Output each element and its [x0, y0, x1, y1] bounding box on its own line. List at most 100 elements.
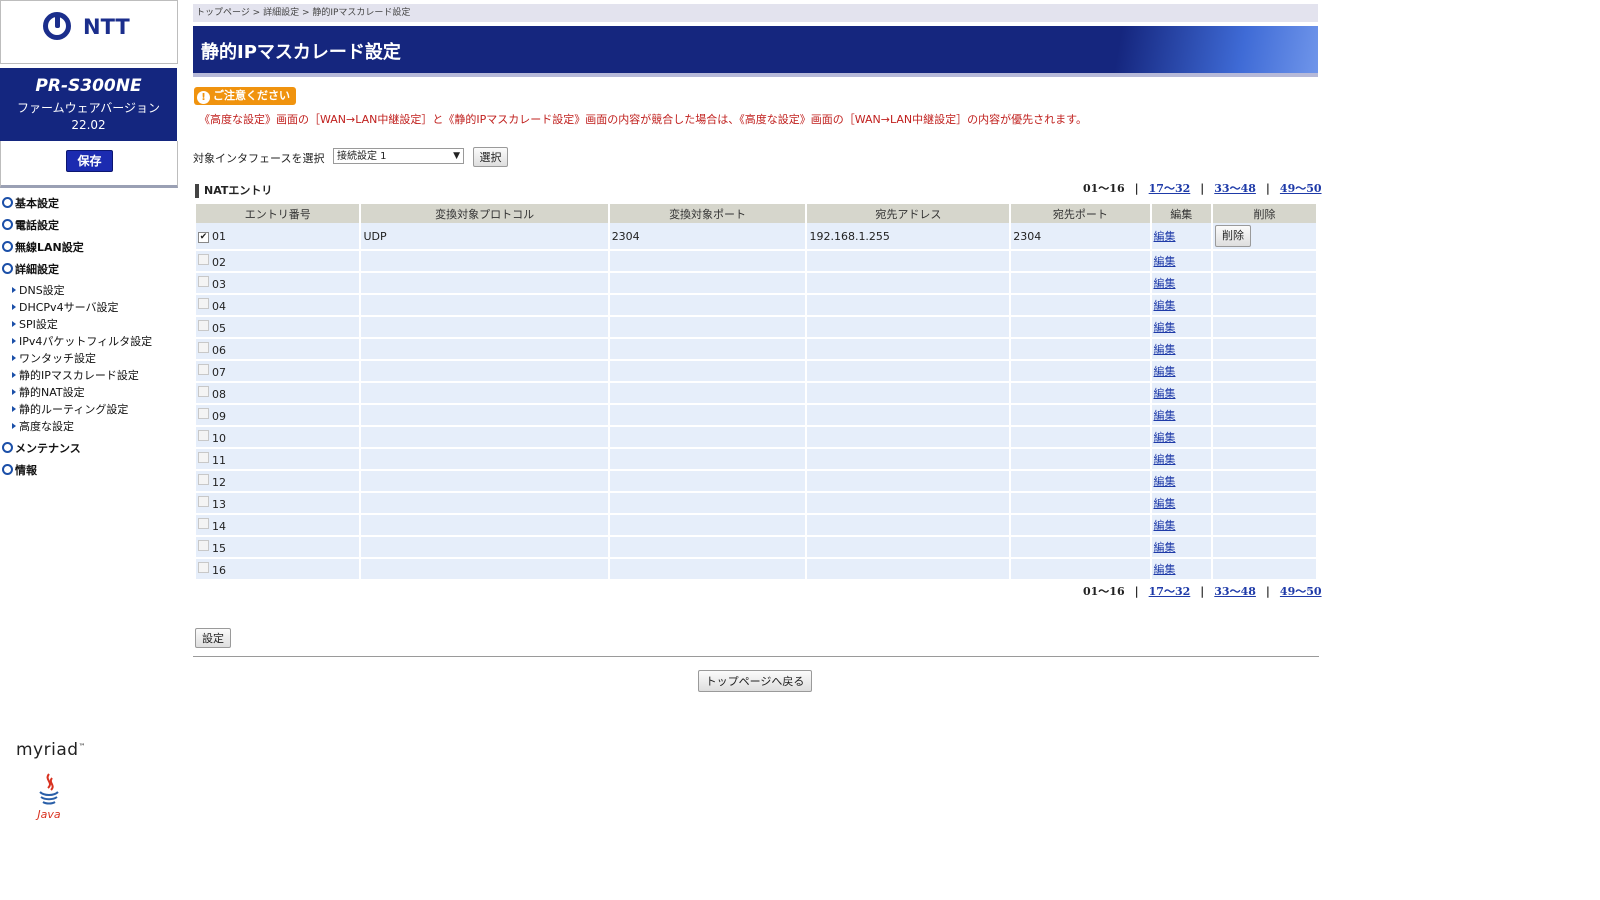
back-to-top-button[interactable]: トップページへ戻る — [698, 670, 812, 692]
port-cell — [609, 317, 806, 339]
entry-checkbox[interactable] — [198, 473, 209, 485]
nav-wireless-lan-settings[interactable]: 無線LAN設定 — [2, 239, 84, 255]
table-row: 11 編集 — [196, 449, 1316, 471]
pager-link-33-48[interactable]: 33〜48 — [1214, 583, 1256, 599]
nav-maintenance[interactable]: メンテナンス — [2, 440, 81, 456]
entry-checkbox[interactable] — [198, 407, 209, 419]
entry-checkbox[interactable] — [198, 275, 209, 287]
edit-link[interactable]: 編集 — [1154, 409, 1176, 422]
entry-number: 02 — [212, 255, 226, 269]
edit-link[interactable]: 編集 — [1154, 563, 1176, 576]
pager-separator: | — [1200, 182, 1205, 195]
edit-link[interactable]: 編集 — [1154, 497, 1176, 510]
entry-checkbox[interactable]: ✔ — [198, 231, 209, 243]
dest-address-cell: 192.168.1.255 — [807, 223, 1010, 251]
pager-link-17-32[interactable]: 17〜32 — [1149, 180, 1191, 196]
dest-port-cell — [1011, 251, 1150, 273]
myriad-logo-text: myriad — [16, 740, 79, 760]
table-body: ✔ 01 UDP 2304 192.168.1.255 2304 編集 削除 02 編集 03 編集 0… — [196, 223, 1316, 581]
delete-cell — [1213, 383, 1316, 405]
edit-link[interactable]: 編集 — [1154, 255, 1176, 268]
edit-link[interactable]: 編集 — [1154, 453, 1176, 466]
entry-checkbox[interactable] — [198, 297, 209, 309]
pager-link-17-32[interactable]: 17〜32 — [1149, 583, 1191, 599]
port-cell — [609, 515, 806, 537]
subnav-ipv4-packet-filter[interactable]: IPv4パケットフィルタ設定 — [12, 333, 152, 349]
dest-address-cell — [807, 295, 1010, 317]
subnav-spi[interactable]: SPI設定 — [12, 316, 58, 332]
edit-cell: 編集 — [1151, 339, 1212, 361]
triangle-bullet-icon — [12, 321, 16, 327]
subnav-dhcpv4[interactable]: DHCPv4サーバ設定 — [12, 299, 118, 315]
edit-cell: 編集 — [1151, 471, 1212, 493]
dest-address-cell — [807, 251, 1010, 273]
entry-checkbox[interactable] — [198, 561, 209, 573]
edit-link[interactable]: 編集 — [1154, 475, 1176, 488]
select-button[interactable]: 選択 — [473, 147, 508, 167]
edit-link[interactable]: 編集 — [1154, 365, 1176, 378]
interface-select-label: 対象インタフェースを選択 — [193, 152, 325, 165]
subnav-static-ip-masquerade[interactable]: 静的IPマスカレード設定 — [12, 367, 139, 383]
dest-port-cell — [1011, 273, 1150, 295]
entry-checkbox[interactable] — [198, 495, 209, 507]
breadcrumb: トップページ > 詳細設定 > 静的IPマスカレード設定 — [193, 4, 1318, 22]
pager-link-33-48[interactable]: 33〜48 — [1214, 180, 1256, 196]
protocol-cell — [361, 361, 608, 383]
edit-cell: 編集 — [1151, 427, 1212, 449]
entry-checkbox[interactable] — [198, 341, 209, 353]
pager-bottom: 01〜16 | 17〜32 | 33〜48 | 49〜50 — [1083, 583, 1322, 599]
delete-button[interactable]: 削除 — [1215, 225, 1252, 247]
table-row: 03 編集 — [196, 273, 1316, 295]
subnav-static-nat[interactable]: 静的NAT設定 — [12, 384, 85, 400]
pager-link-49-50[interactable]: 49〜50 — [1280, 180, 1322, 196]
table-row: 15 編集 — [196, 537, 1316, 559]
nav-advanced-settings[interactable]: 詳細設定 — [2, 261, 59, 277]
set-button[interactable]: 設定 — [195, 628, 231, 648]
edit-link[interactable]: 編集 — [1154, 387, 1176, 400]
nav-info[interactable]: 情報 — [2, 462, 37, 478]
nav-basic-settings[interactable]: 基本設定 — [2, 195, 59, 211]
dest-address-cell — [807, 361, 1010, 383]
protocol-cell — [361, 383, 608, 405]
edit-link[interactable]: 編集 — [1154, 519, 1176, 532]
entry-checkbox[interactable] — [198, 451, 209, 463]
subnav-one-touch[interactable]: ワンタッチ設定 — [12, 350, 96, 366]
edit-cell: 編集 — [1151, 493, 1212, 515]
port-cell — [609, 405, 806, 427]
entry-checkbox[interactable] — [198, 517, 209, 529]
entry-checkbox[interactable] — [198, 539, 209, 551]
dest-port-cell — [1011, 559, 1150, 581]
entry-number-cell: 16 — [196, 559, 360, 581]
save-button[interactable]: 保存 — [66, 150, 113, 172]
edit-cell: 編集 — [1151, 405, 1212, 427]
table-row: 04 編集 — [196, 295, 1316, 317]
port-cell — [609, 537, 806, 559]
delete-cell — [1213, 317, 1316, 339]
edit-link[interactable]: 編集 — [1154, 277, 1176, 290]
edit-link[interactable]: 編集 — [1154, 299, 1176, 312]
interface-select[interactable]: 接続設定 1 ▼ — [333, 148, 464, 164]
edit-link[interactable]: 編集 — [1154, 431, 1176, 444]
entry-checkbox[interactable] — [198, 363, 209, 375]
entry-checkbox[interactable] — [198, 385, 209, 397]
pager-link-49-50[interactable]: 49〜50 — [1280, 583, 1322, 599]
subnav-static-routing[interactable]: 静的ルーティング設定 — [12, 401, 128, 417]
subnav-dns[interactable]: DNS設定 — [12, 282, 65, 298]
column-header: 削除 — [1213, 204, 1316, 223]
entry-checkbox[interactable] — [198, 319, 209, 331]
pager-separator: | — [1134, 585, 1139, 598]
entry-number-cell: 12 — [196, 471, 360, 493]
nav-phone-settings[interactable]: 電話設定 — [2, 217, 59, 233]
caution-message: 《高度な設定》画面の［WAN→LAN中継設定］と《静的IPマスカレード設定》画面… — [199, 113, 1088, 126]
trademark-mark: ™ — [78, 742, 87, 751]
entry-checkbox[interactable] — [198, 429, 209, 441]
dest-port-cell — [1011, 317, 1150, 339]
edit-link[interactable]: 編集 — [1154, 321, 1176, 334]
table-header-row: エントリ番号 変換対象プロトコル 変換対象ポート 宛先アドレス 宛先ポート 編集… — [196, 204, 1316, 223]
table-row: 13 編集 — [196, 493, 1316, 515]
entry-checkbox[interactable] — [198, 253, 209, 265]
edit-link[interactable]: 編集 — [1154, 230, 1176, 243]
subnav-advanced[interactable]: 高度な設定 — [12, 418, 74, 434]
edit-link[interactable]: 編集 — [1154, 541, 1176, 554]
edit-link[interactable]: 編集 — [1154, 343, 1176, 356]
